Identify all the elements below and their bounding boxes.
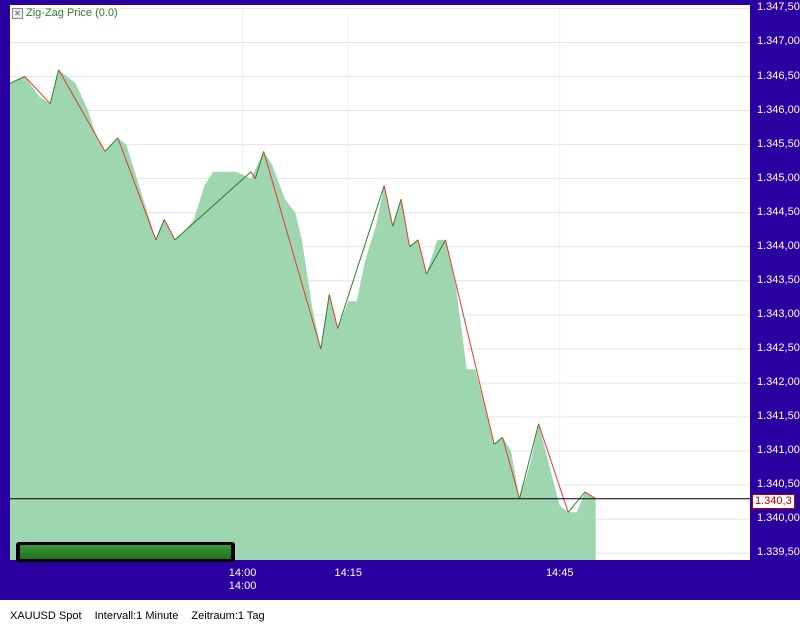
price-chart <box>9 5 750 560</box>
last-price-badge: 1.340,3 <box>752 494 795 509</box>
y-tick-label: 1.346,50 <box>757 69 800 82</box>
x-tick-label: 14:00 <box>228 567 257 579</box>
range-label: Zeitraum:1 Tag <box>191 610 265 622</box>
y-tick-label: 1.343,50 <box>757 273 800 286</box>
y-tick-label: 1.341,50 <box>757 409 800 422</box>
y-tick-label: 1.340,00 <box>757 512 800 525</box>
scrollbar-thumb[interactable] <box>20 545 231 559</box>
close-icon[interactable]: ✕ <box>12 7 23 19</box>
y-tick-label: 1.346,00 <box>757 103 800 116</box>
legend[interactable]: ✕ Zig-Zag Price (0.0) <box>12 7 118 19</box>
symbol-label: XAUUSD Spot <box>10 610 82 622</box>
y-tick-label: 1.342,00 <box>757 375 800 388</box>
x-tick-label: 14:15 <box>334 567 363 579</box>
y-tick-label: 1.345,00 <box>757 171 800 184</box>
y-tick-label: 1.339,50 <box>757 546 800 559</box>
y-tick-label: 1.341,00 <box>757 444 800 457</box>
y-tick-label: 1.345,50 <box>757 137 800 150</box>
y-tick-label: 1.340,50 <box>757 478 800 491</box>
y-tick-label: 1.342,50 <box>757 341 800 354</box>
x-tick-label: 14:45 <box>545 567 574 579</box>
legend-label: Zig-Zag Price (0.0) <box>26 7 118 19</box>
y-tick-label: 1.347,00 <box>757 35 800 48</box>
y-axis <box>750 0 800 600</box>
interval-label: Intervall:1 Minute <box>94 610 179 622</box>
x-axis <box>0 560 800 600</box>
status-footer: XAUUSD Spot Intervall:1 Minute Zeitraum:… <box>10 610 275 622</box>
y-tick-label: 1.344,00 <box>757 239 800 252</box>
time-scrollbar[interactable] <box>16 542 235 562</box>
y-tick-label: 1.347,50 <box>757 1 800 14</box>
y-tick-label: 1.343,00 <box>757 307 800 320</box>
y-tick-label: 1.344,50 <box>757 205 800 218</box>
plot-area[interactable] <box>9 5 750 560</box>
x-tick-sublabel: 14:00 <box>228 580 257 592</box>
